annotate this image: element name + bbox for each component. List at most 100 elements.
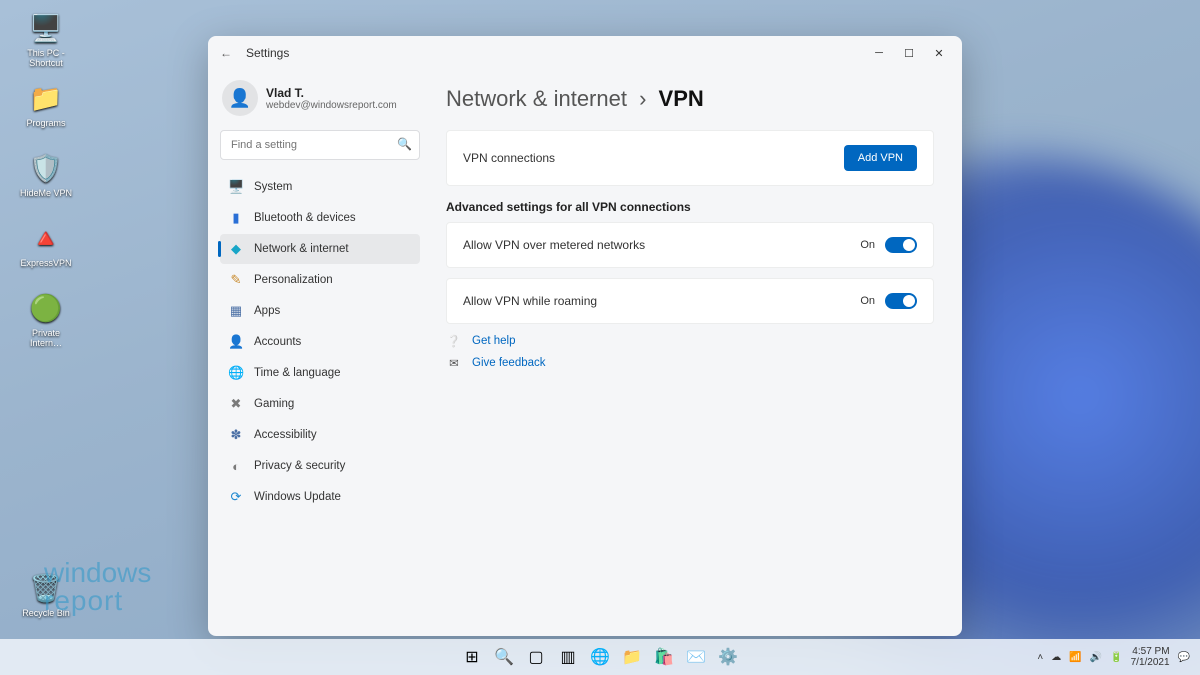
- sidebar-item-gaming[interactable]: ✖Gaming: [220, 389, 420, 419]
- titlebar: ← Settings ─ ☐ ✕: [208, 36, 962, 70]
- taskbar-center: ⊞🔍▢▥🌐📁🛍️✉️⚙️: [459, 644, 741, 670]
- nav-icon: ◆: [228, 241, 244, 257]
- search-icon: 🔍: [397, 137, 412, 151]
- nav-list: 🖥️ System ▮ Bluetooth & devices ◆Network & i…: [220, 172, 420, 512]
- toggle-state: On: [860, 295, 875, 307]
- back-button[interactable]: ←: [216, 46, 236, 60]
- vpn-connections-label: VPN connections: [463, 151, 555, 165]
- minimize-button[interactable]: ─: [864, 39, 894, 67]
- taskbar-store-icon[interactable]: 🛍️: [651, 644, 677, 670]
- desktop-icon-label: Programs: [16, 118, 76, 128]
- user-email: webdev@windowsreport.com: [266, 100, 397, 111]
- desktop-icon-glyph: 📁: [28, 80, 64, 116]
- sidebar-item-time-language[interactable]: 🌐 Time & language: [220, 358, 420, 388]
- sidebar-item-bluetooth-devices[interactable]: ▮ Bluetooth & devices: [220, 203, 420, 233]
- onedrive-icon[interactable]: ☁: [1051, 652, 1061, 663]
- nav-label: System: [254, 181, 292, 193]
- desktop-icon-glyph: 🛡️: [28, 150, 64, 186]
- taskbar-search-icon[interactable]: 🔍: [491, 644, 517, 670]
- nav-label: Windows Update: [254, 491, 341, 503]
- sidebar-item-accessibility[interactable]: ✽ Accessibility: [220, 420, 420, 450]
- nav-label: Accounts: [254, 336, 301, 348]
- nav-label: Personalization: [254, 274, 333, 286]
- settings-window: ← Settings ─ ☐ ✕ 👤 Vlad T. webdev@window…: [208, 36, 962, 636]
- taskbar-settings-icon[interactable]: ⚙️: [715, 644, 741, 670]
- search-box[interactable]: 🔍: [220, 130, 420, 160]
- desktop-icon[interactable]: 📁 Programs: [16, 80, 76, 128]
- toggle-row: Allow VPN over metered networks On: [446, 222, 934, 268]
- sidebar-item-apps[interactable]: ▦ Apps: [220, 296, 420, 326]
- desktop-icon-label: ExpressVPN: [16, 258, 76, 268]
- desktop-icon-glyph: 🟢: [28, 290, 64, 326]
- search-input[interactable]: [220, 130, 420, 160]
- taskbar-widgets-icon[interactable]: ▥: [555, 644, 581, 670]
- nav-icon: ▮: [228, 210, 244, 226]
- desktop-icon[interactable]: 🔺 ExpressVPN: [16, 220, 76, 268]
- taskbar-edge-icon[interactable]: 🌐: [587, 644, 613, 670]
- desktop-icon-glyph: 🔺: [28, 220, 64, 256]
- sidebar: 👤 Vlad T. webdev@windowsreport.com 🔍 🖥️ S…: [208, 70, 428, 636]
- sidebar-item-personalization[interactable]: ✎ Personalization: [220, 265, 420, 295]
- nav-icon: 🌐: [228, 365, 244, 381]
- taskbar-start-icon[interactable]: ⊞: [459, 644, 485, 670]
- toggle-label: Allow VPN while roaming: [463, 294, 597, 308]
- sidebar-item-privacy-security[interactable]: ◐ Privacy & security: [220, 451, 420, 481]
- sidebar-item-windows-update[interactable]: ⟳ Windows Update: [220, 482, 420, 512]
- user-block[interactable]: 👤 Vlad T. webdev@windowsreport.com: [222, 80, 420, 116]
- nav-icon: ⟳: [228, 489, 244, 505]
- add-vpn-button[interactable]: Add VPN: [844, 145, 917, 171]
- desktop-icon-label: This PC - Shortcut: [16, 48, 76, 68]
- taskbar-taskview-icon[interactable]: ▢: [523, 644, 549, 670]
- link-icon: ✉: [446, 356, 462, 370]
- desktop-icon-label: Private Intern…: [16, 328, 76, 348]
- wifi-icon[interactable]: 📶: [1069, 652, 1081, 663]
- nav-icon: ✽: [228, 427, 244, 443]
- desktop-icon-glyph: 🖥️: [28, 10, 64, 46]
- nav-icon: 🖥️: [228, 179, 244, 195]
- nav-label: Privacy & security: [254, 460, 345, 472]
- help-link[interactable]: ✉ Give feedback: [446, 356, 934, 370]
- advanced-heading: Advanced settings for all VPN connection…: [446, 200, 934, 214]
- desktop-icon-label: HideMe VPN: [16, 188, 76, 198]
- nav-label: Apps: [254, 305, 280, 317]
- sidebar-item-network-internet[interactable]: ◆Network & internet: [220, 234, 420, 264]
- desktop-icon[interactable]: 🟢Private Intern…: [16, 290, 76, 348]
- link-label: Give feedback: [472, 357, 546, 369]
- avatar: 👤: [222, 80, 258, 116]
- clock[interactable]: 4:57 PM 7/1/2021: [1131, 646, 1170, 668]
- desktop-icon[interactable]: 🖥️This PC - Shortcut: [16, 10, 76, 68]
- taskbar-explorer-icon[interactable]: 📁: [619, 644, 645, 670]
- nav-label: Time & language: [254, 367, 341, 379]
- window-title: Settings: [246, 46, 289, 60]
- toggle-row: Allow VPN while roaming On: [446, 278, 934, 324]
- toggle-switch[interactable]: [885, 293, 917, 309]
- close-button[interactable]: ✕: [924, 39, 954, 67]
- main-pane: Network & internet › VPN VPN connections…: [428, 70, 962, 636]
- breadcrumb: Network & internet › VPN: [446, 86, 934, 112]
- nav-label: Bluetooth & devices: [254, 212, 356, 224]
- user-name: Vlad T.: [266, 86, 397, 100]
- link-label: Get help: [472, 335, 515, 347]
- nav-icon: ▦: [228, 303, 244, 319]
- nav-icon: 👤: [228, 334, 244, 350]
- breadcrumb-parent[interactable]: Network & internet: [446, 86, 627, 111]
- toggle-switch[interactable]: [885, 237, 917, 253]
- battery-icon[interactable]: 🔋: [1110, 652, 1122, 663]
- help-link[interactable]: ❔ Get help: [446, 334, 934, 348]
- taskbar-mail-icon[interactable]: ✉️: [683, 644, 709, 670]
- maximize-button[interactable]: ☐: [894, 39, 924, 67]
- notification-icon[interactable]: 💬: [1178, 652, 1190, 663]
- link-icon: ❔: [446, 334, 462, 348]
- watermark: windows report: [44, 559, 151, 615]
- nav-icon: ✎: [228, 272, 244, 288]
- nav-label: Accessibility: [254, 429, 317, 441]
- sidebar-item-accounts[interactable]: 👤 Accounts: [220, 327, 420, 357]
- desktop-icon[interactable]: 🛡️ HideMe VPN: [16, 150, 76, 198]
- breadcrumb-current: VPN: [659, 86, 704, 111]
- nav-icon: ◐: [228, 459, 244, 474]
- sidebar-item-system[interactable]: 🖥️ System: [220, 172, 420, 202]
- volume-icon[interactable]: 🔊: [1090, 652, 1102, 663]
- toggle-label: Allow VPN over metered networks: [463, 238, 645, 252]
- system-tray[interactable]: ˄ ☁ 📶 🔊 🔋 4:57 PM 7/1/2021 💬: [1037, 646, 1200, 668]
- tray-chevron-icon[interactable]: ˄: [1037, 652, 1043, 663]
